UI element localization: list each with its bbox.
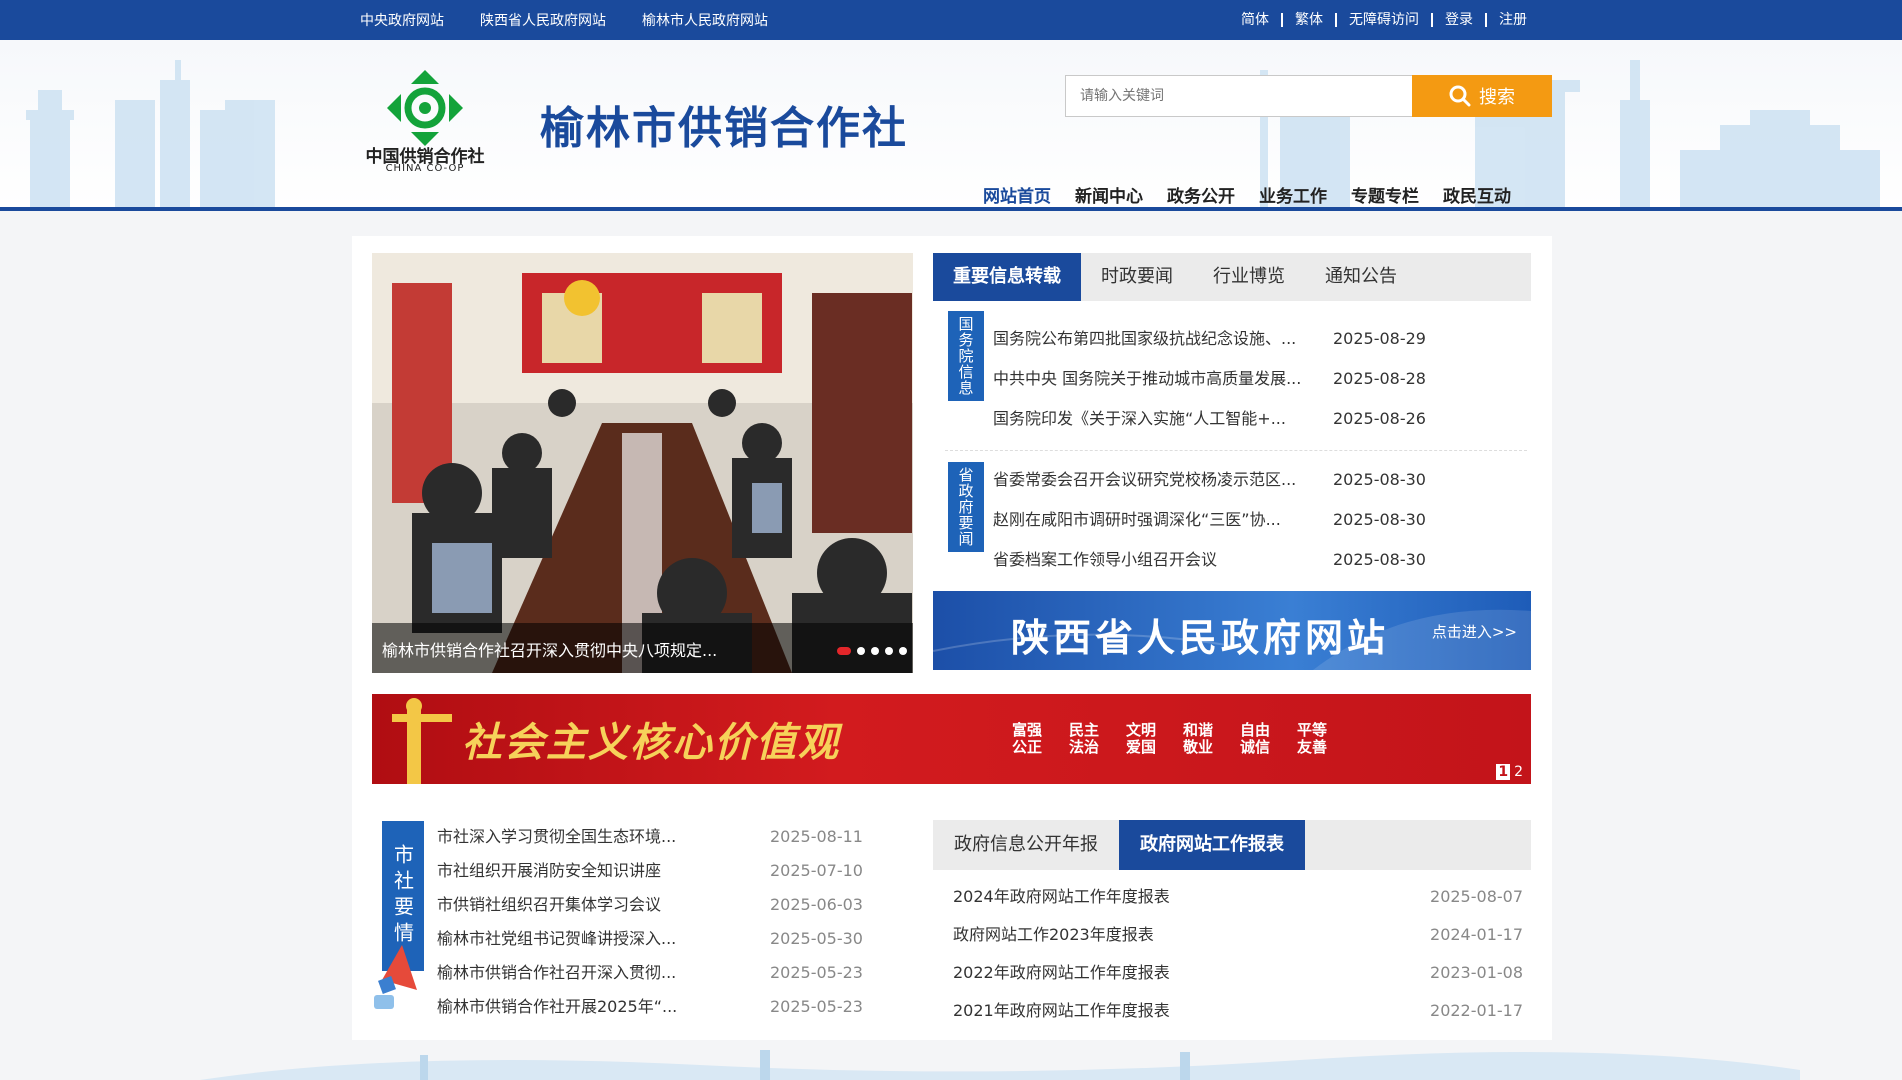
nav-interaction[interactable]: 政民互动: [1443, 182, 1511, 207]
tab-current-affairs[interactable]: 时政要闻: [1081, 253, 1193, 301]
list-item[interactable]: 国务院印发《关于深入实施“人工智能+... 2025-08-26: [993, 399, 1533, 439]
top-links-right: 简体 繁体 无障碍访问 登录 注册: [1229, 0, 1527, 40]
slider-caption-text[interactable]: 榆林市供销合作社召开深入贯彻中央八项规定...: [382, 637, 717, 661]
gov-banner-title: 陕西省人民政府网站: [1011, 616, 1390, 660]
slider-caption: 榆林市供销合作社召开深入贯彻中央八项规定...: [372, 623, 913, 673]
header-divider: [0, 207, 1902, 211]
search-input[interactable]: [1066, 76, 1414, 116]
slider-dot[interactable]: [885, 647, 893, 655]
group-label: 国务院信息: [948, 311, 984, 401]
value-word: 法治: [1069, 738, 1100, 756]
reports-tabs: 政府信息公开年报 政府网站工作报表: [933, 820, 1531, 870]
top-bar: 中央政府网站 陕西省人民政府网站 榆林市人民政府网站 简体 繁体 无障碍访问 登…: [0, 0, 1902, 40]
list-item[interactable]: 市供销社组织召开集体学习会议 2025-06-03: [437, 888, 877, 922]
footer-skyline-decoration: [200, 1050, 1800, 1080]
value-word: 民主: [1069, 721, 1100, 739]
group-label: 省政府要闻: [948, 462, 984, 552]
list-item[interactable]: 国务院公布第四批国家级抗战纪念设施、... 2025-08-29: [993, 319, 1533, 359]
core-values-grid: 富强 民主 文明 和谐 自由 平等 公正 法治 爱国 敬业 诚信 友善: [1012, 722, 1354, 756]
value-word: 平等: [1297, 721, 1328, 739]
nav-business[interactable]: 业务工作: [1259, 182, 1327, 207]
nav-special-topics[interactable]: 专题专栏: [1351, 182, 1419, 207]
value-word: 文明: [1126, 721, 1157, 739]
tiananmen-pillar-icon: [392, 698, 452, 784]
meeting-photo: [372, 253, 913, 673]
value-word: 自由: [1240, 721, 1271, 739]
search-box: [1065, 75, 1414, 117]
site-header: [0, 40, 1902, 210]
value-word: 敬业: [1183, 738, 1214, 756]
news-list: 省委常委会召开会议研究党校杨凌示范区... 2025-08-30 赵刚在咸阳市调研…: [993, 460, 1533, 580]
nav-gov-affairs[interactable]: 政务公开: [1167, 182, 1235, 207]
list-item[interactable]: 榆林市供销合作社召开深入贯彻... 2025-05-23: [437, 956, 877, 990]
list-item[interactable]: 市社组织开展消防安全知识讲座 2025-07-10: [437, 854, 877, 888]
list-item[interactable]: 2024年政府网站工作年度报表 2025-08-07: [953, 878, 1523, 916]
tab-website-report[interactable]: 政府网站工作报表: [1119, 820, 1305, 870]
tab-notices[interactable]: 通知公告: [1305, 253, 1417, 301]
shaanxi-gov-banner[interactable]: 陕西省人民政府网站 点击进入>>: [933, 591, 1531, 670]
list-item[interactable]: 赵刚在咸阳市调研时强调深化“三医”协... 2025-08-30: [993, 500, 1533, 540]
link-simplified[interactable]: 简体: [1229, 13, 1283, 27]
banner-pager: 12: [1496, 764, 1523, 780]
site-title: 榆林市供销合作社: [540, 103, 908, 154]
core-values-slogan: 社会主义核心价值观: [462, 719, 840, 766]
slider-dots: [837, 647, 907, 655]
search-button-label: 搜索: [1479, 87, 1515, 108]
slider-dot[interactable]: [899, 647, 907, 655]
value-word: 富强: [1012, 721, 1043, 739]
slider-dot[interactable]: [871, 647, 879, 655]
news-list: 国务院公布第四批国家级抗战纪念设施、... 2025-08-29 中共中央 国务院…: [993, 319, 1533, 439]
link-register[interactable]: 注册: [1487, 13, 1527, 27]
news-group-state-council: 国务院信息 国务院公布第四批国家级抗战纪念设施、... 2025-08-29 中共…: [948, 311, 1533, 441]
list-item[interactable]: 市社深入学习贯彻全国生态环境... 2025-08-11: [437, 820, 877, 854]
value-word: 诚信: [1240, 738, 1271, 756]
link-accessibility[interactable]: 无障碍访问: [1337, 13, 1433, 27]
list-item[interactable]: 政府网站工作2023年度报表 2024-01-17: [953, 916, 1523, 954]
tab-annual-report[interactable]: 政府信息公开年报: [933, 820, 1119, 870]
link-shaanxi-gov[interactable]: 陕西省人民政府网站: [480, 10, 606, 30]
list-item[interactable]: 2021年政府网站工作年度报表 2022-01-17: [953, 992, 1523, 1030]
nav-home[interactable]: 网站首页: [983, 182, 1051, 207]
list-item[interactable]: 中共中央 国务院关于推动城市高质量发展... 2025-08-28: [993, 359, 1533, 399]
list-item[interactable]: 省委档案工作领导小组召开会议 2025-08-30: [993, 540, 1533, 580]
slider-dot[interactable]: [837, 647, 851, 655]
nav-news[interactable]: 新闻中心: [1075, 182, 1143, 207]
tab-industry[interactable]: 行业博览: [1193, 253, 1305, 301]
search-button[interactable]: 搜索: [1412, 75, 1552, 117]
core-values-banner[interactable]: 社会主义核心价值观 富强 民主 文明 和谐 自由 平等 公正 法治 爱国 敬业 …: [372, 694, 1531, 784]
main-nav: 网站首页 新闻中心 政务公开 业务工作 专题专栏 政民互动: [983, 182, 1511, 207]
divider: [945, 450, 1527, 451]
megaphone-icon: [374, 945, 417, 1009]
link-yulin-gov[interactable]: 榆林市人民政府网站: [642, 10, 768, 30]
news-group-provincial: 省政府要闻 省委常委会召开会议研究党校杨凌示范区... 2025-08-30 赵刚…: [948, 462, 1533, 582]
list-item[interactable]: 2022年政府网站工作年度报表 2023-01-08: [953, 954, 1523, 992]
skyline-decoration: [26, 60, 1880, 210]
local-news-list: 市社深入学习贯彻全国生态环境... 2025-08-11 市社组织开展消防安全知识…: [437, 820, 877, 1024]
value-word: 爱国: [1126, 738, 1157, 756]
reports-list: 2024年政府网站工作年度报表 2025-08-07 政府网站工作2023年度报表…: [953, 878, 1523, 1030]
value-word: 和谐: [1183, 721, 1214, 739]
link-central-gov[interactable]: 中央政府网站: [360, 10, 444, 30]
search-icon: [1449, 85, 1471, 107]
list-item[interactable]: 省委常委会召开会议研究党校杨凌示范区... 2025-08-30: [993, 460, 1533, 500]
value-word: 公正: [1012, 738, 1043, 756]
news-slider[interactable]: 榆林市供销合作社召开深入贯彻中央八项规定...: [372, 253, 913, 673]
link-traditional[interactable]: 繁体: [1283, 13, 1337, 27]
pager-page-2[interactable]: 2: [1514, 764, 1523, 780]
value-word: 友善: [1297, 738, 1328, 756]
link-login[interactable]: 登录: [1433, 13, 1487, 27]
top-links-left: 中央政府网站 陕西省人民政府网站 榆林市人民政府网站: [360, 0, 768, 40]
list-item[interactable]: 榆林市社党组书记贺峰讲授深入... 2025-05-30: [437, 922, 877, 956]
list-item[interactable]: 榆林市供销合作社开展2025年“... 2025-05-23: [437, 990, 877, 1024]
important-tabs: 重要信息转载 时政要闻 行业博览 通知公告: [933, 253, 1531, 301]
tab-important-reprint[interactable]: 重要信息转载: [933, 253, 1081, 301]
gov-banner-enter[interactable]: 点击进入>>: [1432, 621, 1517, 642]
slider-dot[interactable]: [857, 647, 865, 655]
pager-page-1[interactable]: 1: [1496, 764, 1511, 780]
logo-subtext: CHINA CO-OP: [385, 163, 465, 174]
